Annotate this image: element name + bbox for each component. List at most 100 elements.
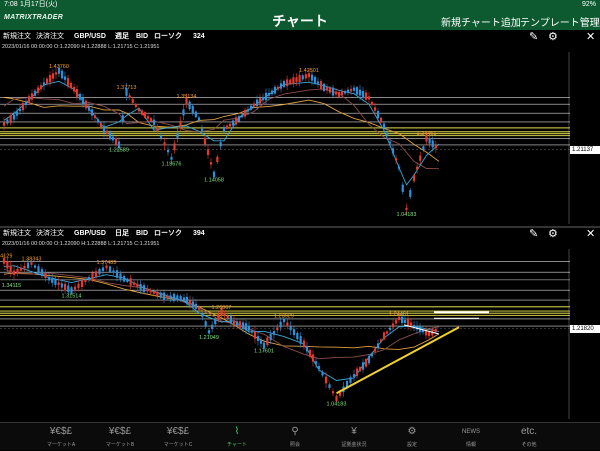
candle-body — [328, 384, 331, 388]
candle-body — [314, 361, 318, 365]
candle-body — [134, 103, 137, 108]
candle-body — [77, 283, 80, 288]
candle-body — [54, 279, 57, 285]
pencil-icon[interactable]: ✎ — [529, 31, 538, 43]
timeframe-selector[interactable]: 週足 — [115, 31, 129, 43]
candle-body — [292, 77, 295, 84]
candle-body — [201, 315, 204, 318]
candle-body — [289, 79, 292, 84]
candle-body — [12, 114, 16, 120]
bar-count[interactable]: 324 — [193, 31, 205, 43]
tab-market-a[interactable]: ¥€$£ マーケットA — [32, 423, 90, 451]
candle-body — [63, 76, 67, 80]
tab-etc[interactable]: etc. その他 — [500, 423, 558, 451]
currency-pair-selector[interactable]: GBP/USD — [74, 31, 106, 43]
tab-label: チャート — [227, 442, 247, 448]
tab-inquiry[interactable]: ⚲ 照会 — [266, 423, 324, 451]
candle-body — [30, 262, 33, 265]
candle-body — [385, 132, 389, 136]
candle-body — [211, 324, 214, 329]
tab-settings[interactable]: ⚙ 設定 — [383, 423, 441, 451]
pencil-icon[interactable]: ✎ — [529, 228, 538, 240]
candle-body — [101, 267, 105, 272]
gear-icon: ⚙ — [407, 426, 417, 437]
tab-market-c[interactable]: ¥€$£ マーケットC — [149, 423, 207, 451]
candle-body — [185, 296, 189, 305]
candle-body — [188, 300, 192, 305]
candle-body — [80, 279, 84, 287]
price-label: 1.34115 — [2, 283, 21, 289]
currency-pair-selector[interactable]: GBP/USD — [74, 228, 106, 240]
bar-count[interactable]: 394 — [193, 228, 205, 240]
candle-body — [286, 322, 289, 327]
candle-body — [343, 91, 347, 94]
chart-panel-weekly: 新規注文 決済注文 GBP/USD 週足 BID ローソク 324 ✎ ⚙ ✕ … — [0, 31, 600, 226]
ohlc-readout: 2023/01/16 00:00:00 O:1.22090 H:1.22888 … — [2, 241, 160, 247]
candle-body — [431, 140, 434, 148]
candle-body — [403, 320, 407, 323]
candle-body — [229, 315, 232, 324]
tab-margin-status[interactable]: ¥ 証拠金状況 — [325, 423, 383, 451]
candle-body — [87, 277, 91, 281]
candle-body — [391, 323, 395, 328]
candle-body — [361, 362, 365, 370]
candle-body — [139, 284, 142, 290]
candle-body — [228, 123, 232, 127]
tab-market-b[interactable]: ¥€$£ マーケットB — [91, 423, 149, 451]
candle-body — [111, 136, 115, 141]
candle-body — [94, 271, 98, 277]
add-chart-button[interactable]: 新規チャート追加 — [441, 14, 521, 29]
price-type-selector[interactable]: BID — [136, 228, 148, 240]
close-icon[interactable]: ✕ — [586, 31, 595, 43]
candle-body — [370, 353, 374, 357]
candle-body — [244, 323, 248, 331]
candle-body — [33, 265, 37, 268]
candle-body — [179, 295, 182, 301]
settle-order-button[interactable]: 決済注文 — [36, 228, 64, 240]
candle-body — [9, 115, 12, 124]
candle-body — [212, 171, 216, 178]
tab-chart[interactable]: ⌇ チャート — [208, 423, 266, 451]
candle-body — [219, 142, 222, 147]
candle-body — [188, 101, 191, 110]
gear-icon[interactable]: ⚙ — [548, 228, 558, 240]
ohlc-readout: 2023/01/16 00:00:00 O:1.22090 H:1.22888 … — [2, 44, 160, 50]
candle-body — [48, 75, 52, 83]
price-label: 1.24461 — [417, 131, 437, 137]
gear-icon[interactable]: ⚙ — [548, 31, 558, 43]
candle-body — [232, 320, 236, 324]
new-order-button[interactable]: 新規注文 — [3, 228, 31, 240]
close-icon[interactable]: ✕ — [586, 228, 595, 240]
tab-label: 設定 — [406, 442, 417, 448]
candle-body — [15, 111, 19, 116]
price-label: 1.26067 — [212, 305, 232, 311]
candle-body — [152, 119, 156, 125]
price-chart[interactable]: 1.43760 1.37713 1.35134 1.42501 1.24461 1.225… — [0, 52, 570, 224]
candle-body — [243, 109, 247, 117]
candle-body — [129, 278, 132, 286]
new-order-button[interactable]: 新規注文 — [3, 31, 31, 43]
candle-body — [394, 320, 398, 324]
candle-body — [51, 277, 54, 283]
candle-body — [364, 92, 368, 100]
candle-body — [131, 99, 134, 103]
candle-body — [255, 99, 259, 106]
price-type-selector[interactable]: BID — [136, 31, 148, 43]
candle-body — [45, 78, 49, 84]
candle-body — [253, 331, 257, 339]
tab-news[interactable]: NEWS 情報 — [442, 423, 500, 451]
price-chart[interactable]: 1.4129 1.38343 1.37485 1.26067 1.23929 1.2446… — [0, 249, 570, 419]
candle-body — [273, 86, 277, 94]
candle-body — [122, 275, 126, 282]
candle-body — [259, 340, 263, 344]
template-manage-button[interactable]: テンプレート管理 — [520, 14, 600, 29]
settle-order-button[interactable]: 決済注文 — [36, 31, 64, 43]
candle-body — [6, 261, 9, 269]
candle-body — [310, 74, 314, 81]
candle-body — [305, 345, 309, 352]
timeframe-selector[interactable]: 日足 — [115, 228, 129, 240]
candle-body — [119, 273, 122, 280]
chart-type-selector[interactable]: ローソク — [154, 31, 182, 43]
candle-body — [6, 119, 9, 124]
chart-type-selector[interactable]: ローソク — [154, 228, 182, 240]
